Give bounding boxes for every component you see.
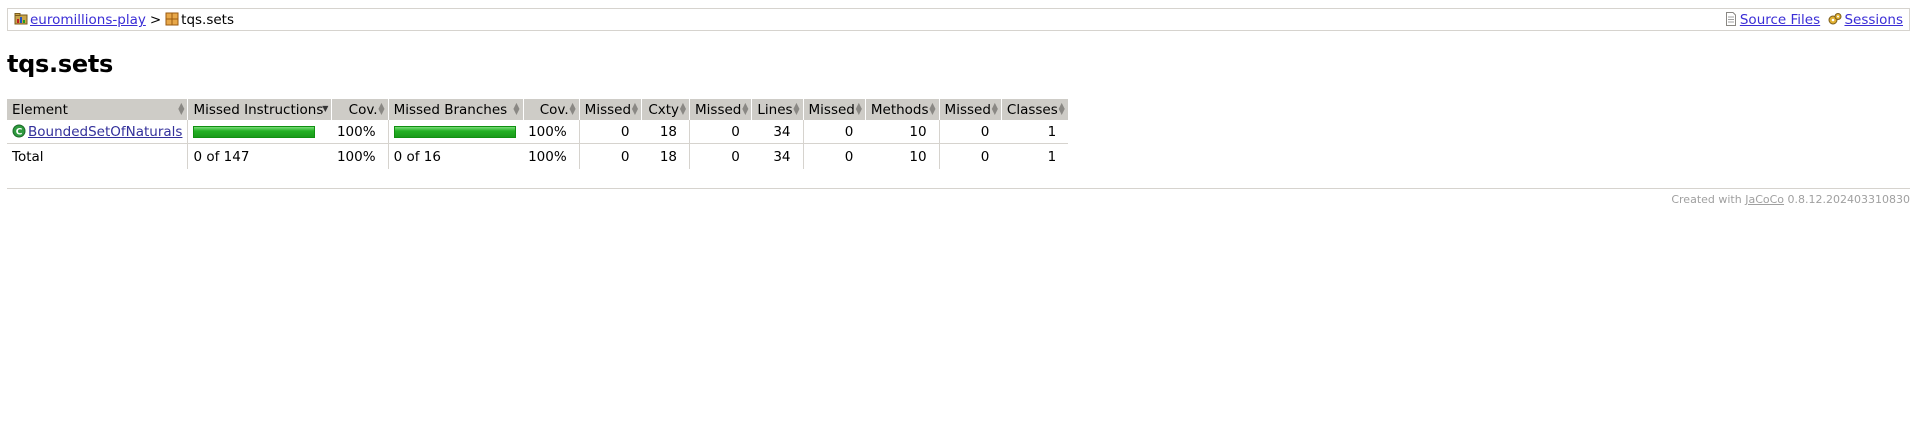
table-header-row: Element ▲ ▼ Missed Instructions ▼ Cov. ▲ ▼ Mi… xyxy=(7,99,1069,120)
total-instructions-cov: 100% xyxy=(336,148,376,165)
column-header-missed-classes[interactable]: Missed ▲ ▼ xyxy=(939,99,1002,120)
branches-cov-cell: 100% xyxy=(523,120,580,144)
total-lines: 34 xyxy=(773,148,791,165)
branches-coverage-bar xyxy=(393,125,516,138)
sort-icon: ▲ ▼ xyxy=(679,101,687,116)
sort-icon: ▲ ▼ xyxy=(569,101,576,116)
column-header-missed-cxty[interactable]: Missed ▲ ▼ xyxy=(579,99,643,120)
cxty-cell: 18 xyxy=(641,120,690,144)
coverage-table: Element ▲ ▼ Missed Instructions ▼ Cov. ▲ ▼ Mi… xyxy=(7,99,1069,169)
total-branches: 0 of 16 xyxy=(387,143,524,169)
total-cxty: 18 xyxy=(659,148,678,165)
sort-icon: ▲ ▼ xyxy=(929,101,936,116)
element-cell: C BoundedSetOfNaturals xyxy=(7,120,188,144)
column-header-element[interactable]: Element ▲ ▼ xyxy=(7,99,189,120)
total-missed-methods: 0 xyxy=(802,143,866,169)
sort-icon: ▲ ▼ xyxy=(1058,101,1065,116)
sort-icon: ▲ ▼ xyxy=(513,101,520,116)
column-header-missed-lines[interactable]: Missed ▲ ▼ xyxy=(689,99,753,120)
total-branches-cov: 100% xyxy=(528,148,567,165)
column-header-missed-branches[interactable]: Missed Branches ▲ ▼ xyxy=(388,99,524,120)
sort-icon: ▲ ▼ xyxy=(631,101,639,116)
breadcrumb: euromillions-play > tqs.sets Source Files… xyxy=(7,8,1910,31)
instructions-coverage-bar xyxy=(193,125,316,138)
total-missed-classes: 0 xyxy=(938,143,1002,169)
instructions-bar-cell xyxy=(187,120,332,144)
total-missed-lines: 0 xyxy=(689,143,752,169)
sort-icon: ▲ ▼ xyxy=(991,101,998,116)
sessions-icon xyxy=(1828,13,1842,25)
project-link[interactable]: euromillions-play xyxy=(30,12,146,28)
total-row: Total 0 of 147 100% 0 of 16 100% 0 18 0 … xyxy=(7,143,1068,169)
table-row: C BoundedSetOfNaturals 100% 100% 0 18 0 … xyxy=(7,120,1069,144)
jacoco-link[interactable]: JaCoCo xyxy=(1745,193,1784,206)
total-missed-cxty: 0 xyxy=(578,143,642,169)
class-icon: C xyxy=(12,124,26,137)
instructions-cov-cell: 100% xyxy=(331,120,389,144)
lines-cell: 34 xyxy=(751,120,804,144)
breadcrumb-separator: > xyxy=(149,12,162,28)
missed-cxty-cell: 0 xyxy=(578,120,642,144)
sort-down-icon: ▼ xyxy=(322,104,329,113)
column-header-cxty[interactable]: Cxty ▲ ▼ xyxy=(641,99,691,120)
total-classes: 1 xyxy=(1047,148,1057,165)
sort-icon: ▲ ▼ xyxy=(742,101,749,116)
column-header-lines[interactable]: Lines ▲ ▼ xyxy=(751,99,804,120)
footer: Created with JaCoCo 0.8.12.202403310830 xyxy=(1671,193,1910,206)
footer-prefix: Created with xyxy=(1671,193,1742,206)
source-files-icon xyxy=(1725,12,1736,26)
source-files-link[interactable]: Source Files xyxy=(1740,12,1820,28)
sort-icon: ▲ ▼ xyxy=(855,101,862,116)
class-link[interactable]: BoundedSetOfNaturals xyxy=(28,124,182,140)
package-icon xyxy=(165,12,179,26)
footer-version: 0.8.12.202403310830 xyxy=(1787,193,1910,206)
column-header-instructions-cov[interactable]: Cov. ▲ ▼ xyxy=(331,99,389,120)
footer-divider xyxy=(7,188,1910,189)
missed-methods-cell: 0 xyxy=(802,120,866,144)
column-header-missed-methods[interactable]: Missed ▲ ▼ xyxy=(803,99,866,120)
methods-cell: 10 xyxy=(865,120,940,144)
total-instructions: 0 of 147 xyxy=(187,143,332,169)
report-icon xyxy=(14,13,28,25)
column-header-classes[interactable]: Classes ▲ ▼ xyxy=(1001,99,1069,120)
sort-icon: ▲ ▼ xyxy=(793,101,800,116)
column-header-branches-cov[interactable]: Cov. ▲ ▼ xyxy=(523,99,580,120)
sort-icon: ▲ ▼ xyxy=(178,101,185,116)
column-header-methods[interactable]: Methods ▲ ▼ xyxy=(865,99,940,120)
column-header-missed-instructions[interactable]: Missed Instructions ▼ xyxy=(187,99,333,120)
total-methods: 10 xyxy=(909,148,927,165)
sessions-link[interactable]: Sessions xyxy=(1844,12,1903,28)
sort-icon: ▲ ▼ xyxy=(378,101,385,116)
branches-bar-cell xyxy=(387,120,524,144)
total-label: Total xyxy=(12,148,44,165)
missed-classes-cell: 0 xyxy=(938,120,1002,144)
page-title: tqs.sets xyxy=(7,50,113,78)
missed-lines-cell: 0 xyxy=(689,120,752,144)
classes-cell: 1 xyxy=(1001,120,1069,144)
svg-text:C: C xyxy=(16,127,23,137)
breadcrumb-current: tqs.sets xyxy=(181,12,235,28)
